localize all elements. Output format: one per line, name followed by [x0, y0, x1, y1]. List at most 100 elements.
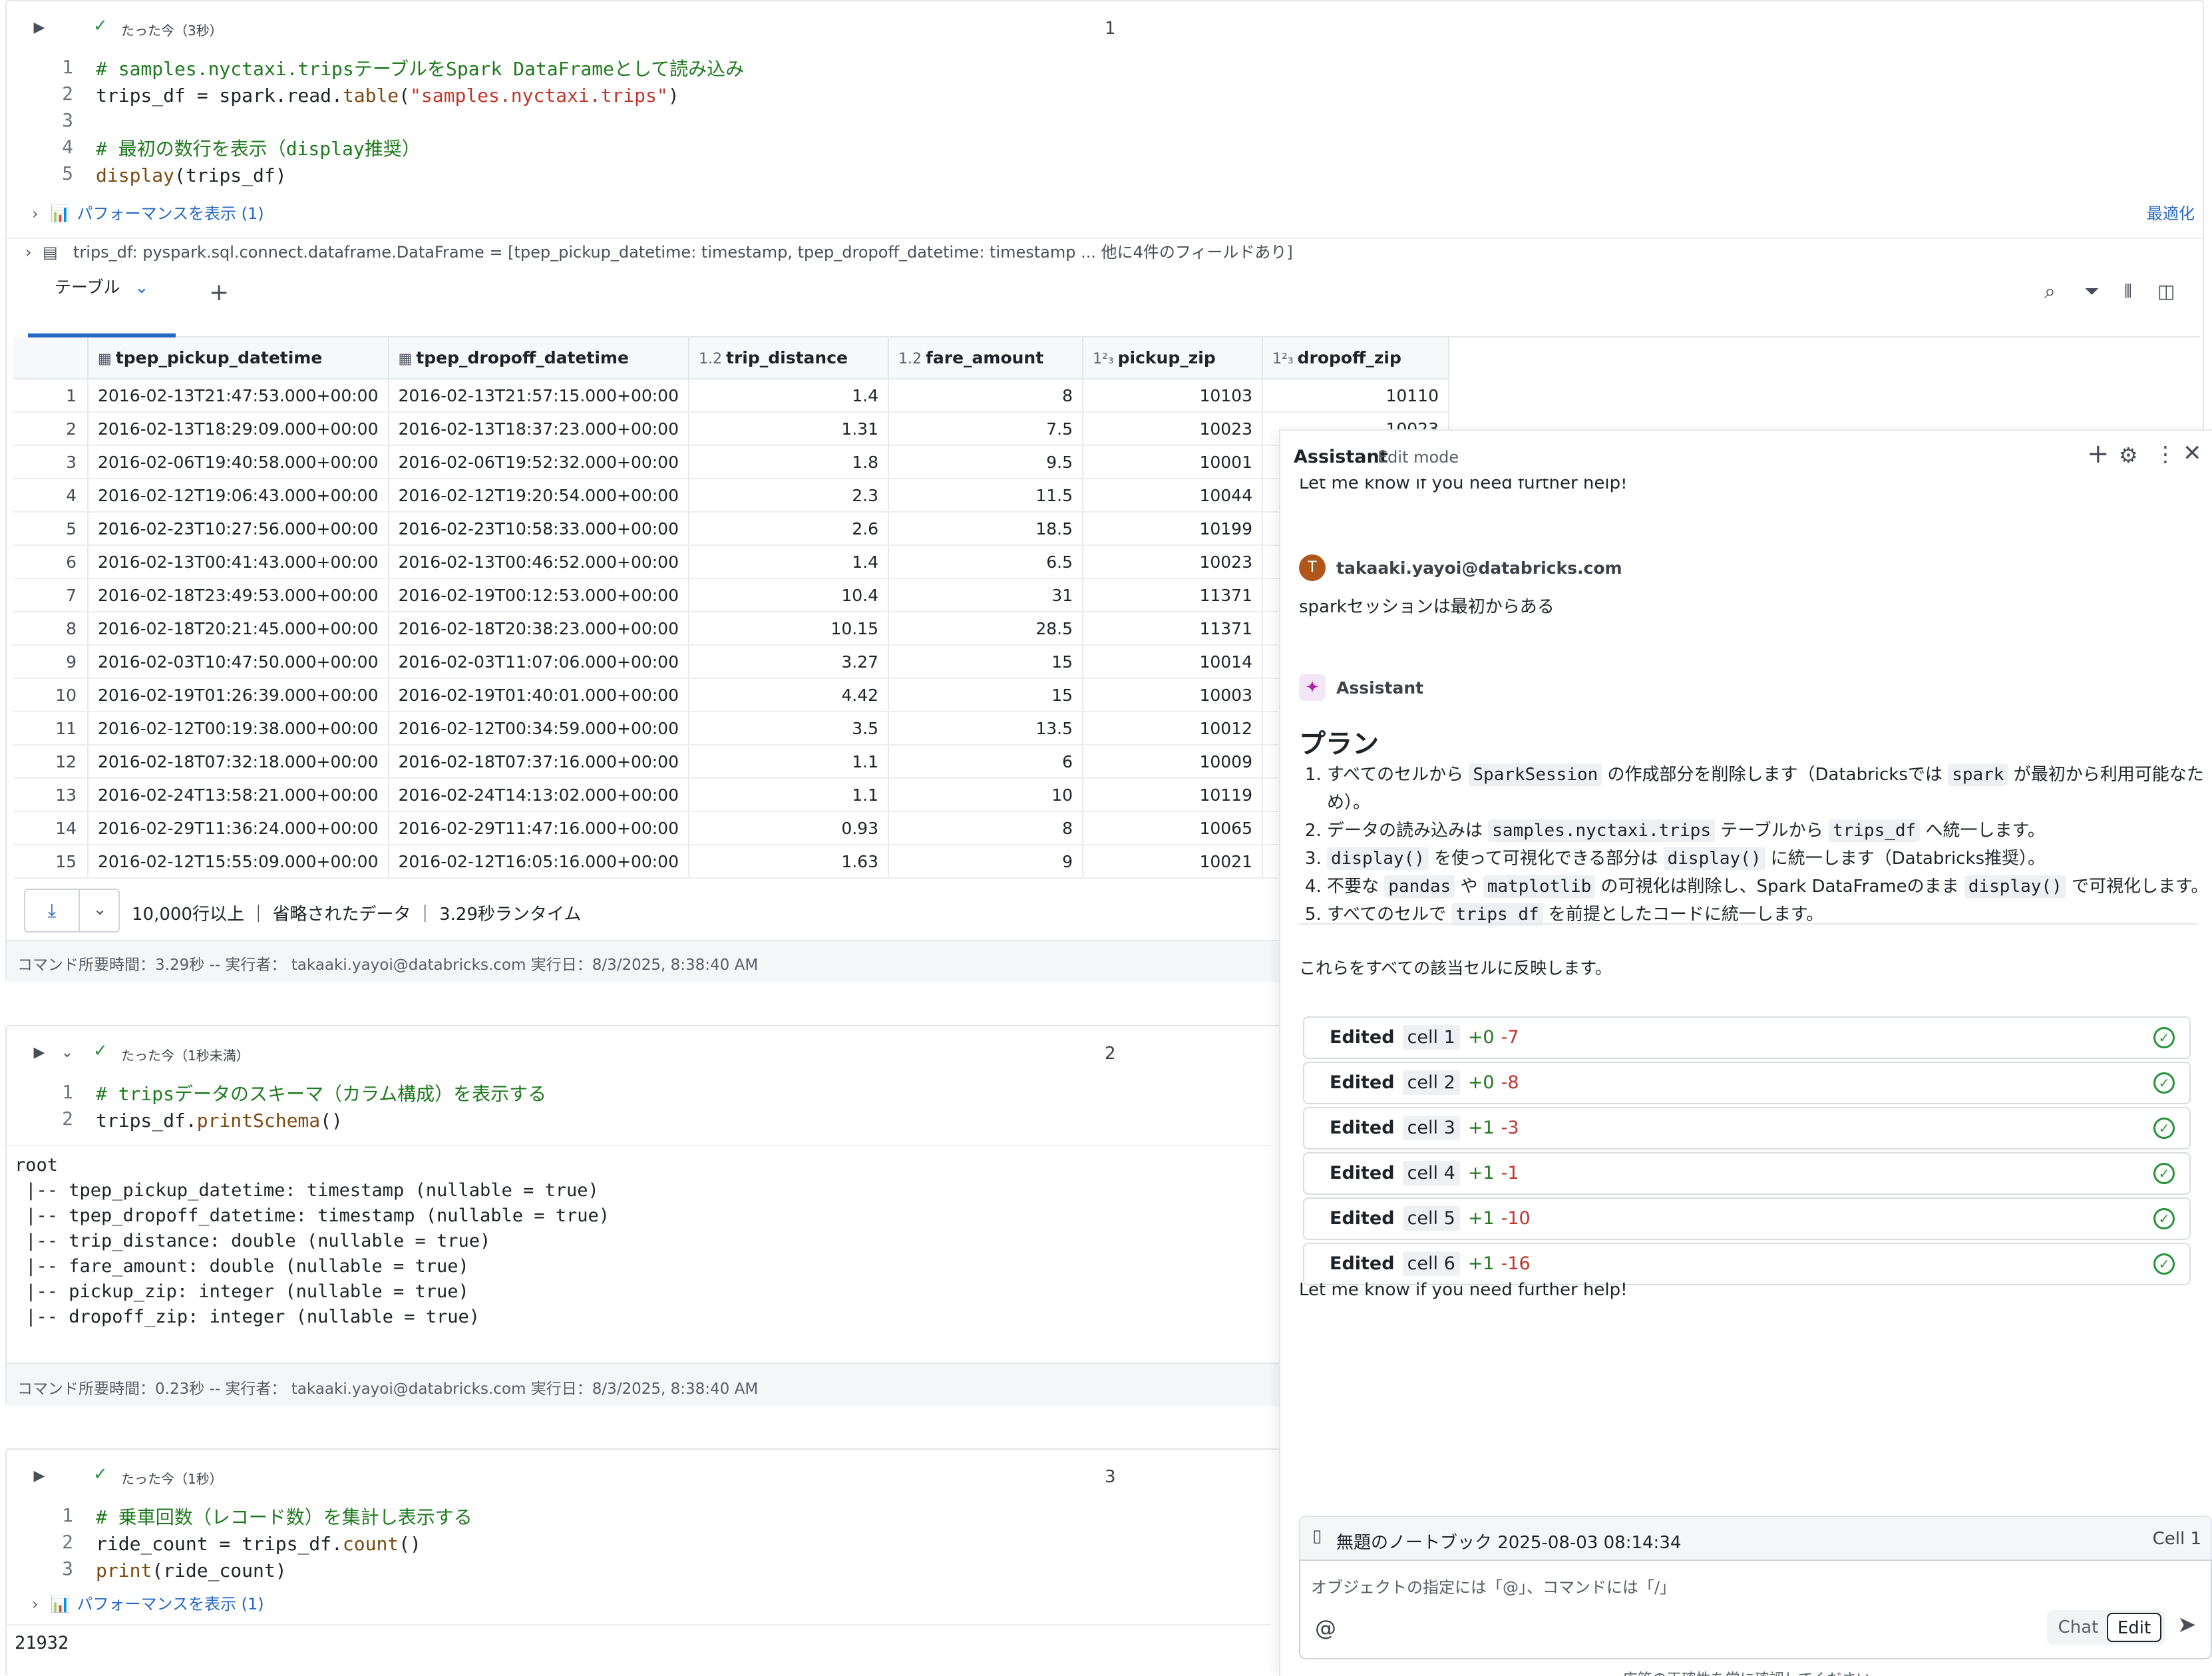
new-chat-icon[interactable]: + — [2087, 439, 2110, 469]
table-cell[interactable]: 2.3 — [689, 479, 889, 513]
table-cell[interactable]: 1.4 — [689, 379, 889, 413]
table-cell[interactable]: 2016-02-12T19:06:43.000+00:00 — [88, 479, 389, 513]
table-cell[interactable]: 9.5 — [888, 445, 1083, 479]
column-header[interactable]: ▦ tpep_dropoff_datetime — [388, 337, 689, 379]
cell-reference[interactable]: cell 5 — [1402, 1206, 1460, 1231]
dataframe-schema-row[interactable]: › ▤ trips_df: pyspark.sql.connect.datafr… — [7, 238, 2203, 264]
chevron-down-icon[interactable]: ⌄ — [57, 1043, 77, 1063]
table-cell[interactable]: 2016-02-23T10:27:56.000+00:00 — [88, 512, 389, 546]
table-cell[interactable]: 2016-02-06T19:52:32.000+00:00 — [388, 445, 689, 479]
row-index[interactable]: 8 — [13, 612, 89, 646]
table-cell[interactable]: 10199 — [1083, 512, 1263, 546]
table-cell[interactable]: 2016-02-12T16:05:16.000+00:00 — [388, 845, 689, 879]
search-icon[interactable]: ⌕ — [2044, 280, 2056, 304]
table-cell[interactable]: 11.5 — [888, 479, 1083, 513]
row-index[interactable]: 7 — [13, 578, 89, 612]
table-cell[interactable]: 1.8 — [689, 445, 889, 479]
row-index[interactable]: 14 — [13, 811, 89, 845]
column-header[interactable]: 1²₃ pickup_zip — [1083, 337, 1263, 379]
filter-icon[interactable]: ⏷ — [2084, 280, 2099, 303]
table-cell[interactable]: 2016-02-13T21:47:53.000+00:00 — [88, 379, 389, 413]
table-cell[interactable]: 1.63 — [689, 845, 889, 879]
table-cell[interactable]: 9 — [888, 845, 1083, 879]
tab-table[interactable]: テーブル ⌄ — [28, 271, 176, 337]
show-performance-link[interactable]: › 📊 パフォーマンスを表示 (1) — [32, 1592, 264, 1616]
table-cell[interactable]: 2016-02-18T07:37:16.000+00:00 — [388, 745, 689, 779]
table-cell[interactable]: 2016-02-03T11:07:06.000+00:00 — [388, 645, 689, 679]
table-cell[interactable]: 3.27 — [689, 645, 889, 679]
table-cell[interactable]: 10023 — [1083, 545, 1263, 579]
row-index[interactable]: 9 — [13, 645, 89, 679]
table-cell[interactable]: 0.93 — [689, 811, 889, 845]
table-cell[interactable]: 10103 — [1083, 379, 1263, 413]
table-cell[interactable]: 3.5 — [689, 712, 889, 745]
table-cell[interactable]: 4.42 — [689, 678, 889, 712]
row-index[interactable]: 13 — [13, 778, 89, 812]
edit-mode-button[interactable]: Edit — [2107, 1613, 2161, 1642]
table-cell[interactable]: 10044 — [1083, 479, 1263, 513]
table-cell[interactable]: 2016-02-18T20:21:45.000+00:00 — [88, 612, 389, 646]
table-cell[interactable]: 1.4 — [689, 545, 889, 579]
cell-reference[interactable]: cell 4 — [1402, 1161, 1460, 1185]
edited-cell-card[interactable]: Edited cell 1 +0 -7 ✓ — [1303, 1016, 2191, 1059]
cell-reference[interactable]: cell 3 — [1402, 1116, 1460, 1140]
run-cell-icon[interactable]: ▶ — [29, 18, 49, 38]
edited-cell-card[interactable]: Edited cell 3 +1 -3 ✓ — [1303, 1107, 2191, 1150]
table-cell[interactable]: 1.31 — [689, 412, 889, 446]
table-cell[interactable]: 2016-02-19T01:40:01.000+00:00 — [388, 678, 689, 712]
column-settings-icon[interactable]: ⫴ — [2124, 280, 2132, 303]
table-cell[interactable]: 10014 — [1083, 645, 1263, 679]
table-cell[interactable]: 2016-02-18T23:49:53.000+00:00 — [88, 578, 389, 612]
table-cell[interactable]: 8 — [888, 379, 1083, 413]
table-cell[interactable]: 2016-02-13T18:29:09.000+00:00 — [88, 412, 389, 446]
table-cell[interactable]: 13.5 — [888, 712, 1083, 745]
column-header[interactable]: 1.2 trip_distance — [689, 337, 889, 379]
column-header[interactable]: 1.2 fare_amount — [888, 337, 1083, 379]
table-cell[interactable]: 1.1 — [689, 745, 889, 779]
table-cell[interactable]: 2016-02-23T10:58:33.000+00:00 — [388, 512, 689, 546]
gear-icon[interactable]: ⚙ — [2119, 443, 2138, 468]
row-index[interactable]: 6 — [13, 545, 89, 579]
table-cell[interactable]: 10.4 — [689, 578, 889, 612]
row-index[interactable]: 15 — [13, 845, 89, 879]
send-icon[interactable]: ➤ — [2177, 1611, 2197, 1638]
add-tab-button[interactable]: + — [209, 279, 229, 306]
table-cell[interactable]: 10023 — [1083, 412, 1263, 446]
table-cell[interactable]: 15 — [888, 678, 1083, 712]
row-index[interactable]: 5 — [13, 512, 89, 546]
row-index[interactable]: 12 — [13, 745, 89, 779]
table-cell[interactable]: 2016-02-19T01:26:39.000+00:00 — [88, 678, 389, 712]
table-cell[interactable]: 10001 — [1083, 445, 1263, 479]
table-cell[interactable]: 10119 — [1083, 778, 1263, 812]
download-icon[interactable]: ⤓ — [25, 890, 80, 931]
table-cell[interactable]: 2016-02-29T11:47:16.000+00:00 — [388, 811, 689, 845]
optimize-link[interactable]: 最適化 — [2147, 202, 2195, 226]
chat-mode-button[interactable]: Chat — [2052, 1614, 2104, 1641]
table-cell[interactable]: 2.6 — [689, 512, 889, 546]
table-cell[interactable]: 2016-02-12T15:55:09.000+00:00 — [88, 845, 389, 879]
table-cell[interactable]: 10065 — [1083, 811, 1263, 845]
edited-cell-card[interactable]: Edited cell 2 +0 -8 ✓ — [1303, 1062, 2191, 1104]
table-cell[interactable]: 2016-02-18T20:38:23.000+00:00 — [388, 612, 689, 646]
table-cell[interactable]: 10003 — [1083, 678, 1263, 712]
column-header[interactable]: 1²₃ dropoff_zip — [1262, 337, 1449, 379]
close-icon[interactable]: ✕ — [2183, 440, 2202, 467]
column-header[interactable]: ▦ tpep_pickup_datetime — [88, 337, 389, 379]
run-cell-icon[interactable]: ▶ — [29, 1043, 49, 1063]
row-index[interactable]: 1 — [13, 379, 89, 413]
table-cell[interactable]: 28.5 — [888, 612, 1083, 646]
table-cell[interactable]: 11371 — [1083, 578, 1263, 612]
table-cell[interactable]: 18.5 — [888, 512, 1083, 546]
table-cell[interactable]: 2016-02-24T13:58:21.000+00:00 — [88, 778, 389, 812]
table-cell[interactable]: 2016-02-13T18:37:23.000+00:00 — [388, 412, 689, 446]
row-index[interactable]: 2 — [13, 412, 89, 446]
table-cell[interactable]: 31 — [888, 578, 1083, 612]
table-cell[interactable]: 10110 — [1262, 379, 1449, 413]
table-cell[interactable]: 11371 — [1083, 612, 1263, 646]
table-cell[interactable]: 2016-02-12T00:34:59.000+00:00 — [388, 712, 689, 745]
more-options-icon[interactable]: ⋮ — [2155, 441, 2176, 467]
table-cell[interactable]: 2016-02-06T19:40:58.000+00:00 — [88, 445, 389, 479]
table-cell[interactable]: 6.5 — [888, 545, 1083, 579]
table-cell[interactable]: 7.5 — [888, 412, 1083, 446]
table-cell[interactable]: 2016-02-29T11:36:24.000+00:00 — [88, 811, 389, 845]
